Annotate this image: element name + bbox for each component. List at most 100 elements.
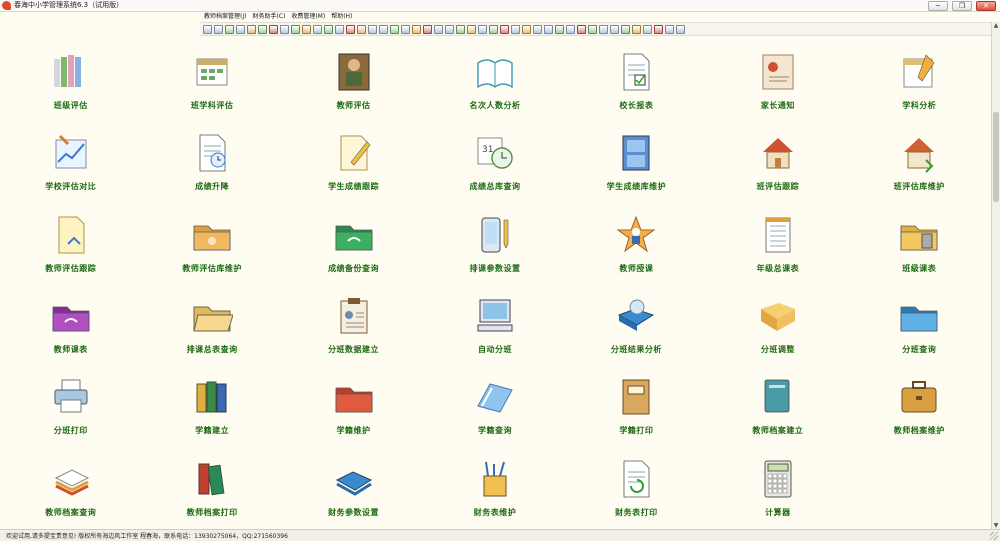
function-tile[interactable]: 计算器 — [707, 447, 848, 528]
toolbar-button-icon[interactable] — [489, 24, 498, 34]
function-tile[interactable]: 教师档案打印 — [141, 447, 282, 528]
function-tile[interactable]: 教师档案维护 — [849, 365, 990, 446]
function-tile[interactable]: 分班查询 — [849, 284, 990, 365]
function-tile[interactable]: 分班打印 — [0, 365, 141, 446]
toolbar-button-icon[interactable] — [533, 24, 542, 34]
toolbar-button-icon[interactable] — [379, 24, 388, 34]
menu-finance[interactable]: 财务助手(C) — [252, 11, 285, 22]
toolbar-button-icon[interactable] — [335, 24, 344, 34]
resize-grip-icon[interactable] — [990, 532, 998, 540]
function-tile[interactable]: 年级总课表 — [707, 203, 848, 284]
function-tile[interactable]: 分班调整 — [707, 284, 848, 365]
toolbar-button-icon[interactable] — [401, 24, 410, 34]
toolbar-button-icon[interactable] — [390, 24, 399, 34]
function-tile[interactable]: 教师课表 — [0, 284, 141, 365]
toolbar-button-icon[interactable] — [313, 24, 322, 34]
toolbar-button-icon[interactable] — [544, 24, 553, 34]
toolbar-button-icon[interactable] — [467, 24, 476, 34]
toolbar-button-icon[interactable] — [357, 24, 366, 34]
tile-label: 教师课表 — [53, 345, 88, 355]
toolbar-button-icon[interactable] — [247, 24, 256, 34]
function-tile[interactable]: 教师评估跟踪 — [0, 203, 141, 284]
toolbar-button-icon[interactable] — [643, 24, 652, 34]
toolbar-button-icon[interactable] — [368, 24, 377, 34]
toolbar-button-icon[interactable] — [478, 24, 487, 34]
toolbar-button-icon[interactable] — [269, 24, 278, 34]
toolbar-button-icon[interactable] — [577, 24, 586, 34]
toolbar-button-icon[interactable] — [324, 24, 333, 34]
function-tile[interactable]: 校长报表 — [566, 40, 707, 121]
toolbar-button-icon[interactable] — [555, 24, 564, 34]
toolbar-button-icon[interactable] — [456, 24, 465, 34]
toolbar-button-icon[interactable] — [665, 24, 674, 34]
menu-fees[interactable]: 收费管理(M) — [291, 11, 325, 22]
function-tile[interactable]: 班级评估 — [0, 40, 141, 121]
toolbar-button-icon[interactable] — [203, 24, 212, 34]
restore-button[interactable]: ❐ — [952, 1, 972, 11]
function-tile[interactable]: 班级课表 — [849, 203, 990, 284]
function-tile[interactable]: 家长通知 — [707, 40, 848, 121]
function-tile[interactable]: 排课参数设置 — [424, 203, 565, 284]
function-tile[interactable]: 教师评估 — [283, 40, 424, 121]
function-tile[interactable]: 教师授课 — [566, 203, 707, 284]
function-tile[interactable]: 成绩升降 — [141, 121, 282, 202]
toolbar-button-icon[interactable] — [280, 24, 289, 34]
function-tile[interactable]: 班学科评估 — [141, 40, 282, 121]
function-tile[interactable]: 教师评估库维护 — [141, 203, 282, 284]
toolbar-button-icon[interactable] — [412, 24, 421, 34]
function-tile[interactable]: 班评估跟踪 — [707, 121, 848, 202]
menu-teacher-archive[interactable]: 教师档案管理(J) — [204, 11, 246, 22]
toolbar-button-icon[interactable] — [302, 24, 311, 34]
function-tile[interactable]: 学籍建立 — [141, 365, 282, 446]
tile-label: 班评估库维护 — [893, 182, 945, 192]
toolbar-button-icon[interactable] — [291, 24, 300, 34]
function-tile[interactable]: 31 成绩总库查询 — [424, 121, 565, 202]
menu-help[interactable]: 帮助(H) — [331, 11, 352, 22]
function-tile[interactable]: 成绩备份查询 — [283, 203, 424, 284]
toolbar-button-icon[interactable] — [434, 24, 443, 34]
function-tile[interactable]: 教师档案建立 — [707, 365, 848, 446]
function-tile[interactable]: 自动分班 — [424, 284, 565, 365]
function-tile[interactable]: 排课总表查询 — [141, 284, 282, 365]
toolbar-button-icon[interactable] — [621, 24, 630, 34]
function-tile[interactable]: 学籍查询 — [424, 365, 565, 446]
function-tile[interactable]: 财务表打印 — [566, 447, 707, 528]
toolbar-button-icon[interactable] — [346, 24, 355, 34]
function-tile[interactable]: 学科分析 — [849, 40, 990, 121]
function-tile[interactable]: 分班结果分析 — [566, 284, 707, 365]
toolbar-button-icon[interactable] — [654, 24, 663, 34]
toolbar-button-icon[interactable] — [423, 24, 432, 34]
scroll-thumb[interactable] — [993, 112, 999, 202]
function-tile[interactable]: 教师档案查询 — [0, 447, 141, 528]
function-tile[interactable]: 班评估库维护 — [849, 121, 990, 202]
function-tile[interactable]: 学籍打印 — [566, 365, 707, 446]
close-button[interactable]: ✕ — [976, 1, 996, 11]
tile-label: 学校评估对比 — [45, 182, 97, 192]
toolbar-button-icon[interactable] — [225, 24, 234, 34]
toolbar-button-icon[interactable] — [511, 24, 520, 34]
minimize-button[interactable]: ─ — [928, 1, 948, 11]
vertical-scrollbar[interactable]: ▲ ▼ — [991, 22, 1000, 530]
toolbar-button-icon[interactable] — [445, 24, 454, 34]
toolbar-button-icon[interactable] — [599, 24, 608, 34]
toolbar-button-icon[interactable] — [588, 24, 597, 34]
toolbar-button-icon[interactable] — [214, 24, 223, 34]
function-tile[interactable]: 学籍维护 — [283, 365, 424, 446]
toolbar-button-icon[interactable] — [632, 24, 641, 34]
toolbar-button-icon[interactable] — [566, 24, 575, 34]
function-tile[interactable]: 学生成绩跟踪 — [283, 121, 424, 202]
function-tile[interactable]: 分班数据建立 — [283, 284, 424, 365]
scroll-up-icon[interactable]: ▲ — [992, 22, 1000, 30]
function-tile[interactable]: 名次人数分析 — [424, 40, 565, 121]
toolbar-button-icon[interactable] — [676, 24, 685, 34]
function-tile[interactable]: 学校评估对比 — [0, 121, 141, 202]
function-tile[interactable]: 财务参数设置 — [283, 447, 424, 528]
toolbar-button-icon[interactable] — [610, 24, 619, 34]
toolbar-button-icon[interactable] — [258, 24, 267, 34]
toolbar-button-icon[interactable] — [236, 24, 245, 34]
toolbar-button-icon[interactable] — [500, 24, 509, 34]
function-tile[interactable]: 财务表维护 — [424, 447, 565, 528]
tile-label: 教师档案查询 — [45, 507, 97, 517]
function-tile[interactable]: 学生成绩库维护 — [566, 121, 707, 202]
toolbar-button-icon[interactable] — [522, 24, 531, 34]
